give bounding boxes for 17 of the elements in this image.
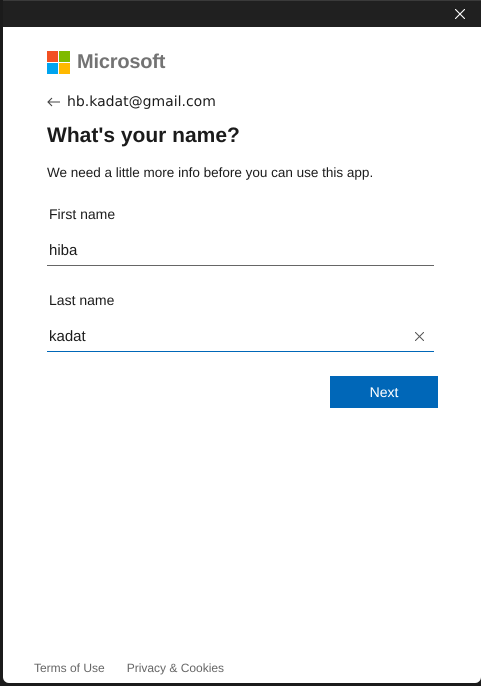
close-icon: [415, 332, 424, 340]
page-heading: What's your name?: [47, 124, 241, 148]
brand-name: Microsoft: [77, 51, 166, 74]
field-label: First name: [48, 206, 116, 222]
field-label: Last name: [48, 292, 116, 308]
account-email: hb.kadat@gmail.com: [67, 94, 216, 110]
text-field[interactable]: hiba: [47, 235, 434, 266]
back-arrow-icon: [47, 97, 60, 107]
clear-button[interactable]: [413, 330, 426, 342]
close-icon: [455, 9, 465, 19]
text-field[interactable]: kadat: [47, 321, 434, 352]
description: We need a little more info before you can use this app.: [47, 165, 374, 180]
back-button[interactable]: [47, 97, 60, 107]
next-button[interactable]: Next: [330, 376, 438, 408]
footer-link[interactable]: Privacy & Cookies: [126, 661, 224, 675]
footer-link[interactable]: Terms of Use: [34, 661, 105, 675]
logo-icon: [47, 51, 70, 74]
